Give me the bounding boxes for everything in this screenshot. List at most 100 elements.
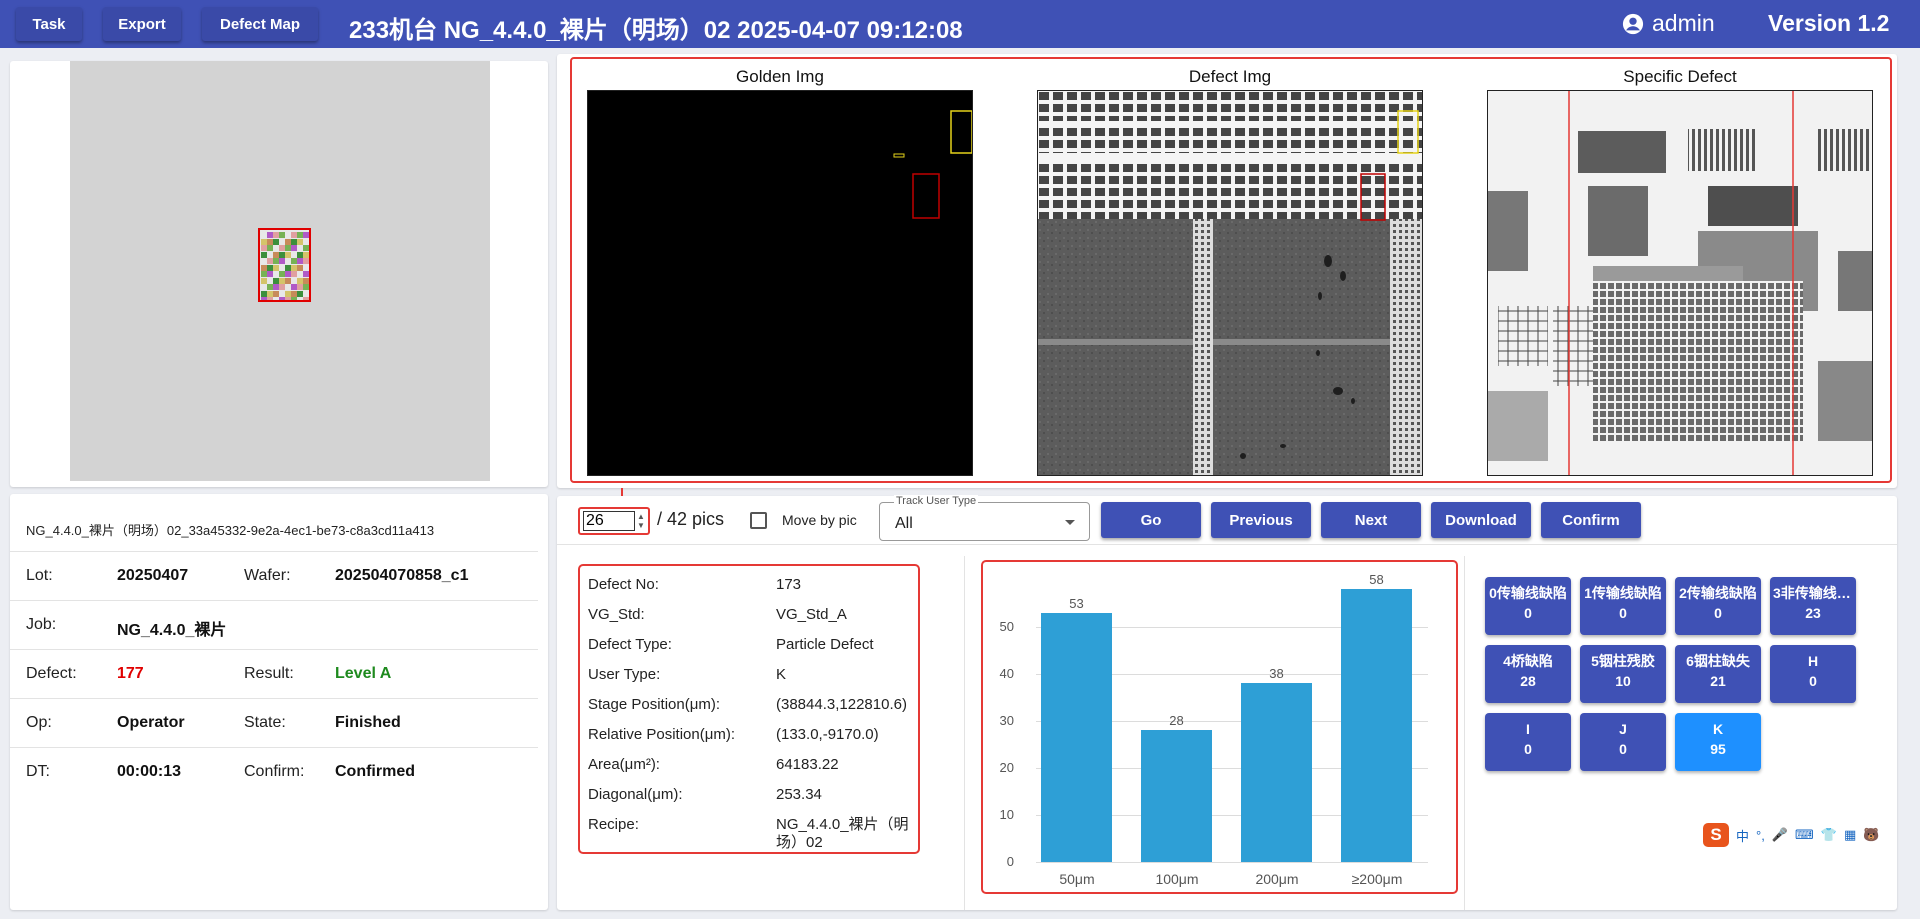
detail-defect-no: 173 (776, 576, 802, 593)
wafer-map[interactable] (70, 61, 490, 481)
confirm-value: Confirmed (335, 763, 415, 780)
ime-mode[interactable]: 中 (1736, 826, 1749, 845)
wafer-die[interactable] (261, 277, 267, 284)
wafer-die[interactable] (303, 232, 309, 238)
ime-punct[interactable]: °, (1756, 828, 1765, 843)
detail-label: Recipe: (588, 816, 639, 833)
user-menu[interactable]: admin (1622, 10, 1715, 37)
chart-bar[interactable] (1241, 683, 1312, 862)
apps-grid-icon[interactable]: ▦ (1844, 827, 1856, 843)
chart-y-tick: 40 (999, 666, 1014, 681)
info-row-op: Op: Operator State: Finished (10, 698, 538, 747)
skin-icon[interactable]: 👕 (1821, 827, 1837, 843)
sogou-icon: S (1703, 823, 1729, 847)
specific-grill-a (1688, 129, 1758, 171)
defect-type-button[interactable]: 3非传输线缺陷 23 (1770, 577, 1856, 635)
defect-type-button[interactable]: 0传输线缺陷 0 (1485, 577, 1571, 635)
wafer-die[interactable] (273, 264, 279, 271)
defect-type-button[interactable]: 2传输线缺陷 0 (1675, 577, 1761, 635)
detail-label: User Type: (588, 666, 661, 683)
defect-type-button[interactable]: K 95 (1675, 713, 1761, 771)
move-by-pic-checkbox[interactable] (750, 512, 767, 529)
defect-type-name: 3非传输线缺陷 (1773, 585, 1856, 601)
wafer-die[interactable] (273, 290, 279, 297)
dt-value: 00:00:13 (117, 763, 182, 780)
wafer-die[interactable] (303, 271, 309, 277)
confirm-button[interactable]: Confirm (1541, 502, 1641, 538)
go-button[interactable]: Go (1101, 502, 1201, 538)
info-row-job: Job: NG_4.4.0_裸片 (10, 600, 538, 649)
chart-bar[interactable] (1041, 612, 1112, 862)
job-value: NG_4.4.0_裸片 (117, 622, 227, 639)
pic-stepper[interactable]: ▲ ▼ (637, 512, 645, 530)
defect-type-button[interactable]: J0 (1580, 713, 1666, 771)
wafer-die[interactable] (303, 258, 309, 264)
wafer-die[interactable] (267, 245, 273, 251)
ime-toolbar[interactable]: S 中 °, 🎤 ⌨ 👕 ▦ 🐻 (1703, 822, 1909, 848)
defect-map-button[interactable]: Defect Map (202, 7, 318, 41)
wafer-die-region[interactable] (258, 228, 311, 302)
info-row-dt: DT: 00:00:13 Confirm: Confirmed (10, 747, 538, 796)
wafer-die[interactable] (297, 238, 303, 245)
chart-x-tick: 200μm (1255, 871, 1299, 887)
defect-type-button[interactable]: 6铟柱缺失 21 (1675, 645, 1761, 703)
defect-type-button[interactable]: H0 (1770, 645, 1856, 703)
pic-index-input[interactable] (583, 511, 635, 531)
wafer-die[interactable] (291, 297, 297, 300)
export-button[interactable]: Export (103, 7, 181, 41)
defect-type-button[interactable]: 1传输线缺陷 0 (1580, 577, 1666, 635)
wafer-die[interactable] (279, 284, 285, 290)
wafer-die[interactable] (267, 271, 273, 277)
next-button[interactable]: Next (1321, 502, 1421, 538)
defect-type-count: 0 (1524, 605, 1532, 621)
defect-image[interactable] (1037, 90, 1423, 476)
wafer-die[interactable] (303, 297, 309, 300)
wafer-die[interactable] (303, 277, 309, 284)
chart-bar[interactable] (1341, 589, 1412, 862)
detail-label: Stage Position(μm): (588, 696, 721, 713)
wafer-die[interactable] (303, 284, 309, 290)
result-value: Level A (335, 665, 392, 682)
defect-type-name: 6铟柱缺失 (1686, 653, 1750, 669)
chart-bar[interactable] (1141, 730, 1212, 862)
track-user-type-select[interactable]: All (879, 502, 1090, 541)
account-icon (1622, 13, 1644, 34)
defect-type-name: 5铟柱残胶 (1591, 653, 1655, 669)
wafer-die[interactable] (285, 251, 291, 258)
chevron-down-icon (1065, 520, 1075, 525)
detail-defect-type: Particle Defect (776, 636, 874, 653)
wafer-die[interactable] (285, 277, 291, 284)
wafer-die[interactable] (273, 238, 279, 245)
wafer-die[interactable] (297, 290, 303, 297)
defect-count: 177 (117, 665, 144, 682)
golden-marker-yellow (950, 110, 972, 154)
version-label: Version 1.2 (1768, 10, 1890, 36)
wafer-die[interactable] (261, 251, 267, 258)
specific-defect-image[interactable] (1487, 90, 1873, 476)
task-button[interactable]: Task (16, 7, 82, 41)
microphone-icon[interactable]: 🎤 (1772, 827, 1788, 843)
keyboard-icon[interactable]: ⌨ (1795, 827, 1814, 843)
download-button[interactable]: Download (1431, 502, 1531, 538)
move-by-pic-label: Move by pic (782, 512, 857, 528)
defect-type-name: 4桥缺陷 (1503, 653, 1553, 669)
wafer-die[interactable] (303, 245, 309, 251)
previous-button[interactable]: Previous (1211, 502, 1311, 538)
lot-label: Lot: (26, 567, 53, 584)
wafer-die[interactable] (291, 245, 297, 251)
chart-data-label: 58 (1369, 572, 1384, 588)
wafer-die[interactable] (303, 251, 309, 258)
chart-data-label: 53 (1069, 595, 1084, 611)
defect-type-button[interactable]: 4桥缺陷 28 (1485, 645, 1571, 703)
wafer-die[interactable] (279, 258, 285, 264)
wafer-die[interactable] (267, 297, 273, 300)
defect-type-button[interactable]: I0 (1485, 713, 1571, 771)
detail-recipe: NG_4.4.0_裸片（明场）02 (776, 816, 909, 851)
mascot-icon[interactable]: 🐻 (1863, 827, 1879, 843)
wafer-die[interactable] (297, 264, 303, 271)
defect-img-array (1038, 219, 1422, 475)
wafer-die[interactable] (291, 271, 297, 277)
wafer-die[interactable] (279, 232, 285, 238)
defect-type-button[interactable]: 5铟柱残胶 10 (1580, 645, 1666, 703)
golden-image[interactable] (587, 90, 973, 476)
